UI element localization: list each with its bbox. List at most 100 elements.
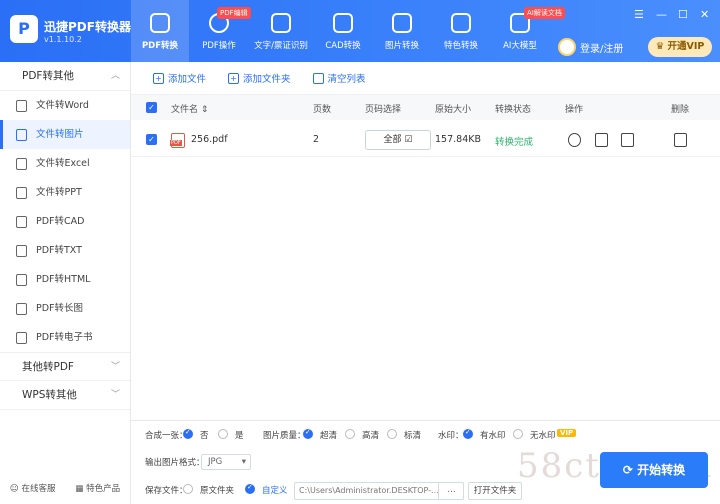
- tab-cad-convert[interactable]: CAD转换: [314, 0, 372, 62]
- image-icon: [16, 129, 27, 141]
- tab-ai-model[interactable]: AI解读文档 AI大模型: [491, 0, 565, 62]
- sidebar-item-pdf-to-ebook[interactable]: PDF转电子书: [0, 323, 130, 352]
- login-label: 登录/注册: [580, 43, 624, 55]
- file-size: 157.84KB: [435, 134, 481, 145]
- close-icon[interactable]: ✕: [700, 8, 709, 21]
- main-panel: + 添加文件 + 添加文件夹 清空列表 ✓ 文件名 ⇕ 页数 页码选择 原始大小 转…: [131, 62, 720, 504]
- folder-icon[interactable]: [621, 133, 634, 147]
- menu-icon[interactable]: ☰: [634, 8, 644, 21]
- products-label: 特色产品: [86, 484, 121, 494]
- select-all-checkbox[interactable]: ✓: [146, 102, 157, 113]
- quality-high-label: 高清: [362, 431, 380, 441]
- document-icon[interactable]: [595, 133, 608, 147]
- sidebar-item-pdf-to-txt[interactable]: PDF转TXT: [0, 236, 130, 265]
- sidebar-item-file-to-word[interactable]: 文件转Word: [0, 91, 130, 120]
- quality-high-radio[interactable]: [345, 429, 355, 439]
- ppt-icon: [16, 187, 27, 199]
- format-value: JPG: [208, 457, 223, 467]
- sidebar-item-label: 文件转Excel: [36, 158, 90, 169]
- merge-yes-radio[interactable]: [218, 429, 228, 439]
- pdf-edit-badge: PDF编辑: [217, 7, 251, 19]
- tab-special-convert[interactable]: 特色转换: [432, 0, 490, 62]
- quality-ultra-radio[interactable]: [303, 428, 313, 439]
- sidebar-item-pdf-to-cad[interactable]: PDF转CAD: [0, 207, 130, 236]
- word-icon: [16, 100, 27, 112]
- sidebar-footer: ☺ 在线客服 ▦ 特色产品: [0, 482, 130, 494]
- featured-products-link[interactable]: ▦ 特色产品: [75, 482, 120, 494]
- sidebar-item-label: PDF转HTML: [36, 274, 91, 285]
- quality-std-radio[interactable]: [387, 429, 397, 439]
- txt-icon: [16, 245, 27, 257]
- cad-icon: [333, 13, 353, 33]
- clear-list-label: 清空列表: [327, 74, 366, 85]
- sidebar-group-wps-to-other[interactable]: WPS转其他 ﹀: [0, 381, 130, 410]
- play-icon[interactable]: [568, 133, 581, 147]
- start-convert-label: 开始转换: [637, 463, 686, 477]
- tab-ocr[interactable]: 文字/票证识别: [252, 0, 310, 62]
- sidebar-item-label: 文件转Word: [36, 100, 89, 111]
- add-folder-icon: +: [228, 72, 240, 84]
- online-support-link[interactable]: ☺ 在线客服: [10, 482, 56, 494]
- tab-label: CAD转换: [325, 41, 361, 51]
- app-name: 迅捷PDF转换器: [44, 20, 131, 34]
- delete-icon[interactable]: [674, 133, 687, 147]
- save-source-radio[interactable]: [183, 484, 193, 494]
- chevron-down-icon: ﹀: [110, 390, 120, 400]
- sidebar-group-other-to-pdf[interactable]: 其他转PDF ﹀: [0, 352, 130, 381]
- scan-icon: [271, 13, 291, 33]
- header-page-range: 页码选择: [365, 105, 402, 115]
- file-name: 256.pdf: [191, 134, 228, 145]
- group-label: WPS转其他: [22, 389, 77, 401]
- sidebar-item-file-to-ppt[interactable]: 文件转PPT: [0, 178, 130, 207]
- format-select[interactable]: JPG ▾: [201, 454, 251, 470]
- start-convert-button[interactable]: ⟳ 开始转换: [600, 452, 708, 488]
- table-row: ✓ 256.pdf 2 全部 ☑ 157.84KB 转换完成: [131, 123, 720, 157]
- save-custom-radio[interactable]: [245, 483, 255, 494]
- sidebar-item-file-to-excel[interactable]: 文件转Excel: [0, 149, 130, 178]
- pdf-convert-icon: [150, 13, 170, 33]
- sidebar-group-pdf-to-other[interactable]: PDF转其他 ︿: [0, 62, 130, 91]
- watermark-no-radio[interactable]: [513, 429, 523, 439]
- page-range-select[interactable]: 全部 ☑: [365, 130, 431, 150]
- sidebar-item-pdf-to-html[interactable]: PDF转HTML: [0, 265, 130, 294]
- header-filename[interactable]: 文件名 ⇕: [171, 102, 208, 115]
- sidebar-item-label: 文件转图片: [36, 129, 84, 140]
- add-file-label: 添加文件: [168, 74, 207, 85]
- sidebar-item-pdf-to-long-image[interactable]: PDF转长图: [0, 294, 130, 323]
- save-label: 保存文件：: [145, 486, 188, 496]
- open-vip-button[interactable]: ♛ 开通VIP: [648, 37, 712, 57]
- conversion-status: 转换完成: [495, 137, 534, 148]
- open-folder-button[interactable]: 打开文件夹: [468, 482, 522, 500]
- merge-no-radio[interactable]: [183, 428, 193, 439]
- login-button[interactable]: 登录/注册: [558, 38, 623, 56]
- minimize-icon[interactable]: —: [656, 8, 667, 21]
- merge-no-label: 否: [200, 431, 209, 441]
- long-image-icon: [16, 303, 27, 315]
- tab-pdf-operations[interactable]: PDF编辑 PDF操作: [190, 0, 251, 62]
- sidebar-item-file-to-image[interactable]: 文件转图片: [0, 120, 130, 149]
- tab-pdf-convert[interactable]: PDF转换: [131, 0, 189, 62]
- tab-label: 特色转换: [443, 41, 478, 51]
- row-checkbox[interactable]: ✓: [146, 134, 157, 145]
- add-folder-label: 添加文件夹: [243, 74, 291, 85]
- clear-list-button[interactable]: 清空列表: [312, 71, 366, 85]
- image-icon: [392, 13, 412, 33]
- app-version: v1.1.10.2: [44, 35, 82, 44]
- maximize-icon[interactable]: ☐: [678, 8, 688, 21]
- tab-image-convert[interactable]: 图片转换: [373, 0, 431, 62]
- quality-label: 图片质量：: [263, 431, 306, 441]
- add-file-button[interactable]: + 添加文件: [153, 71, 206, 85]
- watermark-yes-radio[interactable]: [463, 428, 473, 439]
- pdf-file-icon: [170, 133, 185, 148]
- top-bar: P 迅捷PDF转换器 v1.1.10.2 PDF转换 PDF编辑 PDF操作 文…: [0, 0, 720, 62]
- add-folder-button[interactable]: + 添加文件夹: [228, 71, 291, 85]
- group-label: PDF转其他: [22, 70, 74, 82]
- chevron-down-icon: ▾: [241, 457, 246, 467]
- merge-label: 合成一张：: [145, 431, 188, 441]
- tab-label: 图片转换: [384, 41, 419, 51]
- header-operations: 操作: [565, 105, 584, 115]
- html-icon: [16, 274, 27, 286]
- group-label: 其他转PDF: [22, 361, 74, 373]
- browse-button[interactable]: …: [438, 482, 464, 500]
- ai-badge: AI解读文档: [524, 7, 565, 19]
